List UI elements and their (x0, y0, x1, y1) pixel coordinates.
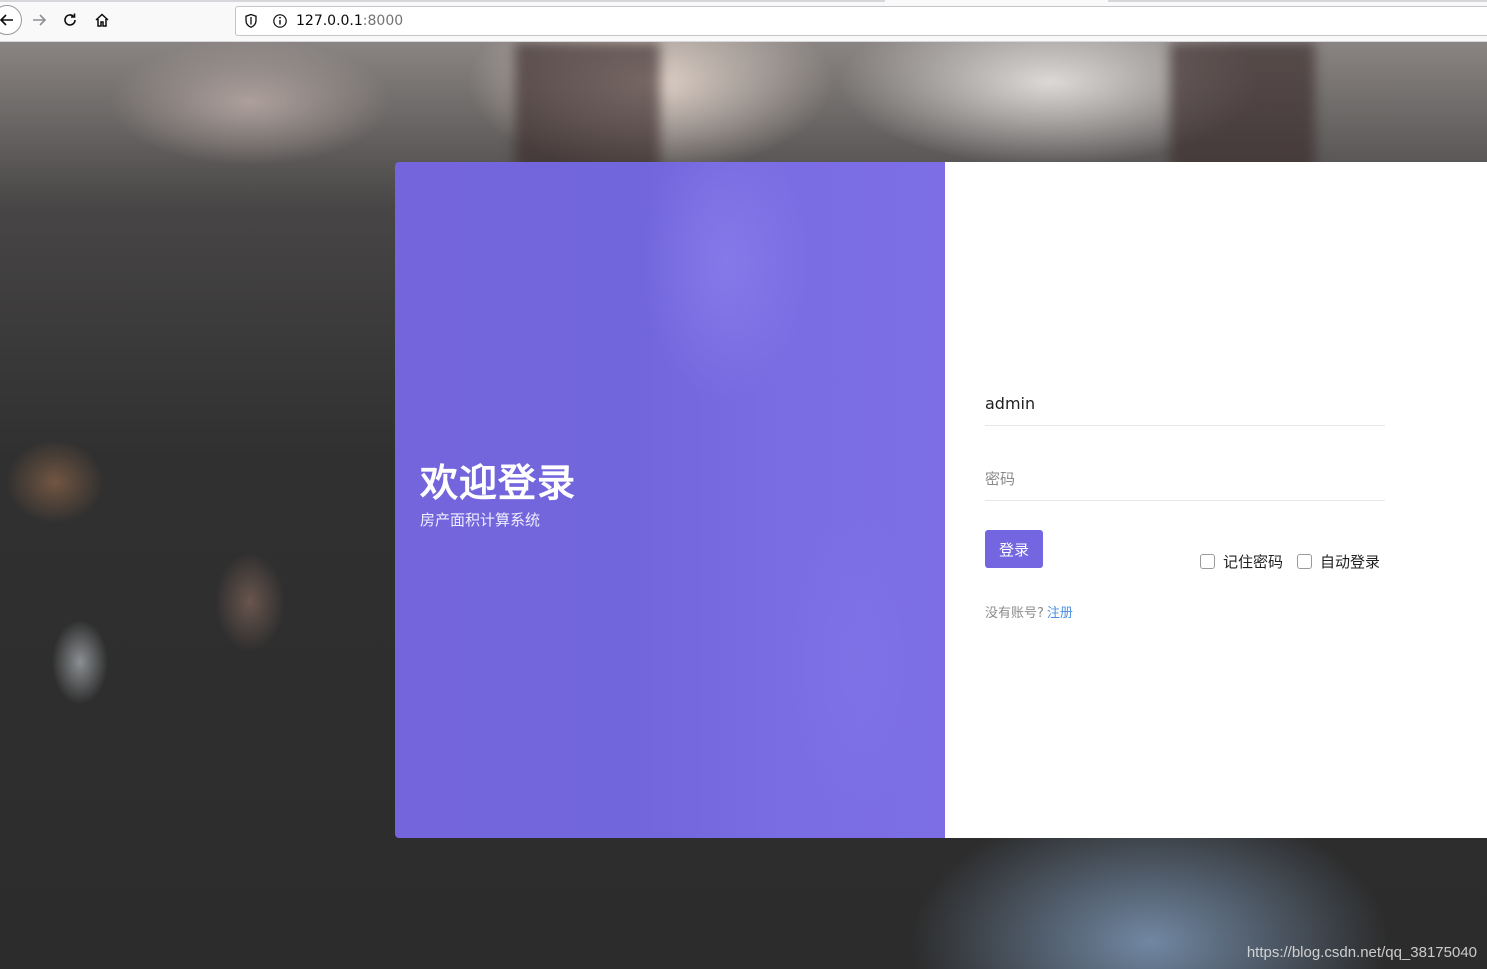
url-bar[interactable]: 127.0.0.1:8000 (235, 6, 1487, 36)
login-button[interactable]: 登录 (985, 530, 1043, 568)
tab-strip-divider (1108, 0, 1487, 2)
reload-button[interactable] (57, 7, 83, 33)
url-port: :8000 (362, 13, 404, 29)
register-link[interactable]: 注册 (1047, 606, 1073, 621)
remember-password-checkbox[interactable] (1200, 554, 1215, 569)
background-blur-shape (1170, 42, 1315, 182)
welcome-panel: 欢迎登录 房产面积计算系统 (395, 162, 945, 838)
remember-password-label: 记住密码 (1223, 553, 1284, 571)
reload-icon (64, 13, 76, 26)
welcome-title: 欢迎登录 (420, 461, 577, 505)
page-background: 欢迎登录 房产面积计算系统 登录 记住密码 自动登录 没有账号?注册 https… (0, 42, 1487, 969)
url-host: 127.0.0.1 (296, 13, 363, 29)
auto-login-checkbox[interactable] (1297, 554, 1312, 569)
remember-password-option[interactable]: 记住密码 (1200, 551, 1283, 572)
auto-login-label: 自动登录 (1320, 553, 1381, 571)
auto-login-option[interactable]: 自动登录 (1297, 551, 1380, 572)
username-input[interactable] (985, 382, 1385, 426)
no-account-text: 没有账号? (985, 606, 1044, 621)
signup-row: 没有账号? 注册 (985, 602, 1073, 621)
forward-button[interactable] (26, 7, 52, 33)
back-arrow-icon (0, 14, 13, 26)
login-card: 欢迎登录 房产面积计算系统 登录 记住密码 自动登录 没有账号?注册 (395, 162, 1487, 838)
browser-toolbar: 127.0.0.1:8000 (0, 0, 1487, 42)
home-icon (95, 13, 109, 27)
site-info-icon[interactable] (272, 13, 288, 33)
password-input[interactable] (985, 457, 1385, 501)
tab-strip-divider (0, 0, 885, 2)
forward-arrow-icon (33, 14, 47, 26)
watermark: https://blog.csdn.net/qq_38175040 (1246, 944, 1477, 961)
welcome-subtitle: 房产面积计算系统 (420, 511, 541, 529)
tracking-protection-shield-icon[interactable] (244, 13, 258, 33)
url-text[interactable]: 127.0.0.1:8000 (296, 13, 403, 29)
back-button[interactable] (0, 5, 22, 35)
home-button[interactable] (89, 7, 115, 33)
login-form-panel: 登录 记住密码 自动登录 没有账号?注册 (945, 162, 1487, 838)
